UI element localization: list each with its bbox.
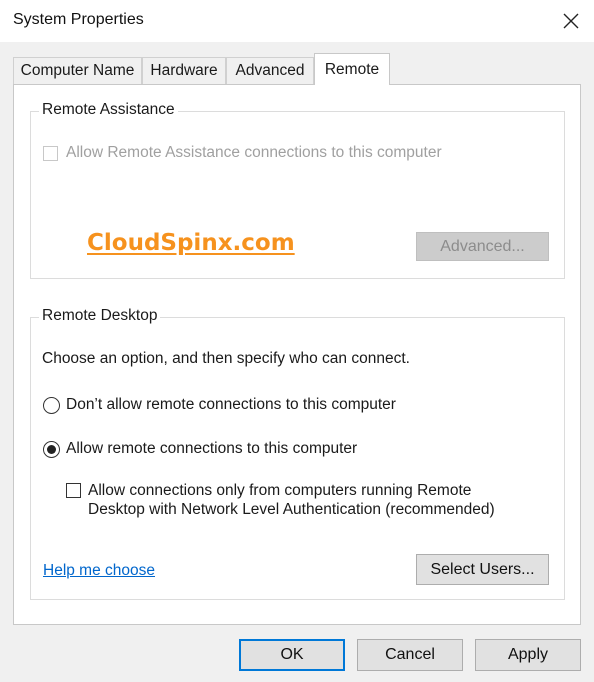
tab-advanced[interactable]: Advanced <box>226 57 314 84</box>
apply-button[interactable]: Apply <box>475 639 581 671</box>
window-title: System Properties <box>13 11 144 28</box>
nla-label-line2: Desktop with Network Level Authenticatio… <box>88 501 495 518</box>
nla-checkbox[interactable] <box>66 483 81 498</box>
dont-allow-remote-label: Don’t allow remote connections to this c… <box>66 396 396 413</box>
ok-button[interactable]: OK <box>239 639 345 671</box>
allow-remote-label: Allow remote connections to this compute… <box>66 440 358 457</box>
radio-selected-dot <box>47 445 56 454</box>
nla-label-line1: Allow connections only from computers ru… <box>88 482 472 499</box>
advanced-assistance-button[interactable]: Advanced... <box>416 232 549 261</box>
select-users-button[interactable]: Select Users... <box>416 554 549 585</box>
tab-remote[interactable]: Remote <box>314 53 390 85</box>
remote-desktop-group-label: Remote Desktop <box>39 307 161 325</box>
remote-assistance-group-label: Remote Assistance <box>39 101 178 119</box>
title-bar: System Properties <box>0 0 594 42</box>
allow-remote-assistance-label: Allow Remote Assistance connections to t… <box>66 144 442 161</box>
cancel-button[interactable]: Cancel <box>357 639 463 671</box>
allow-remote-radio[interactable] <box>43 441 60 458</box>
watermark-logo: CloudSpinx.com <box>87 230 295 256</box>
help-me-choose-link[interactable]: Help me choose <box>43 562 155 580</box>
tab-computer-name[interactable]: Computer Name <box>13 57 142 84</box>
system-properties-window: System Properties Computer Name Hardware… <box>0 0 594 682</box>
dont-allow-remote-radio[interactable] <box>43 397 60 414</box>
close-icon <box>563 13 579 29</box>
close-button[interactable] <box>548 0 594 42</box>
allow-remote-assistance-checkbox[interactable] <box>43 146 58 161</box>
tab-hardware[interactable]: Hardware <box>142 57 226 84</box>
remote-desktop-instruction: Choose an option, and then specify who c… <box>42 350 410 367</box>
